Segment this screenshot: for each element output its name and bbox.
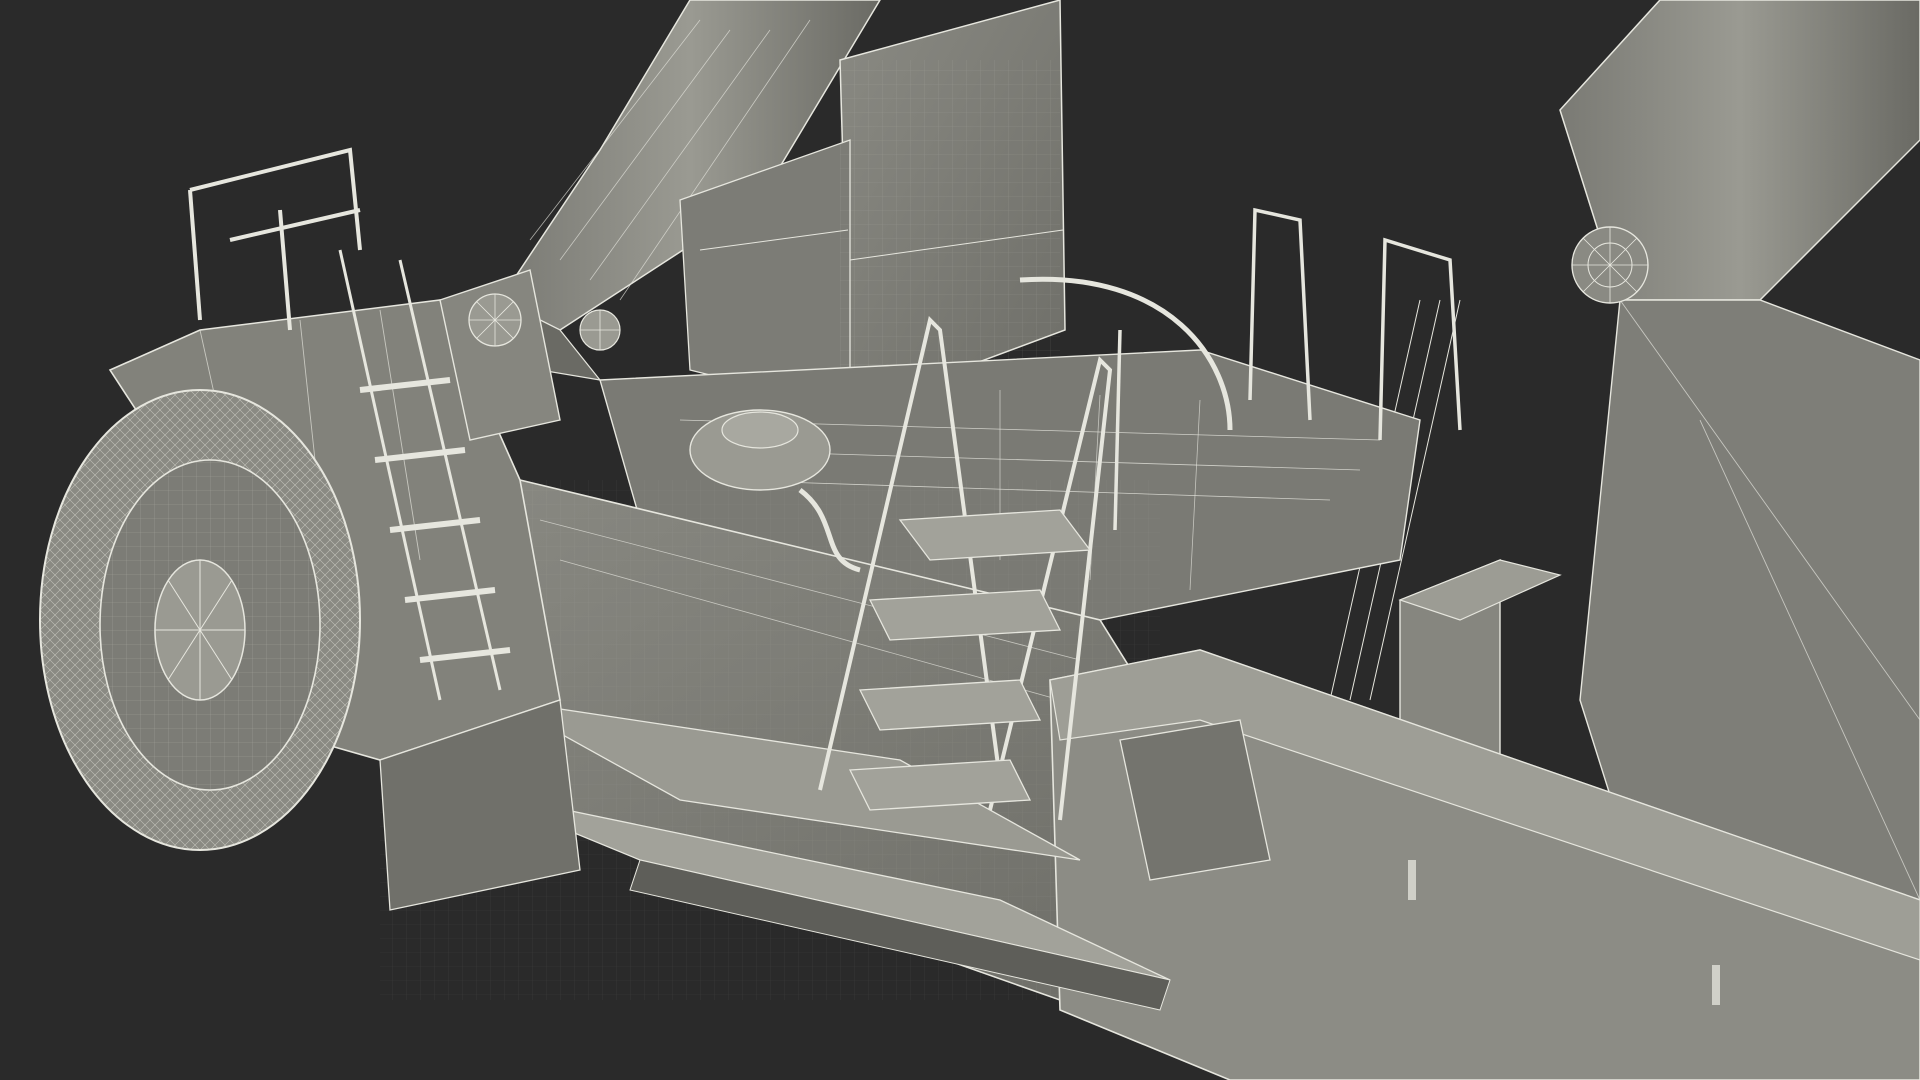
- wireframe-render: [39, 0, 1920, 1080]
- render-viewport: [0, 0, 1920, 1080]
- front-wheel: [39, 389, 361, 851]
- guard-rail: [188, 147, 362, 331]
